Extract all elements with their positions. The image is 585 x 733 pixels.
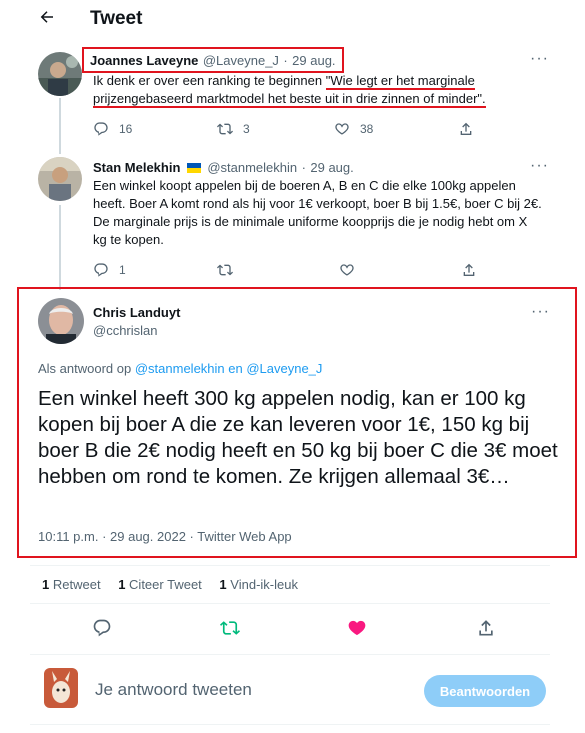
author-name[interactable]: Joannes Laveyne [90,53,198,68]
share-icon [460,122,472,135]
reply-count: 1 [119,263,126,277]
author-name[interactable]: Chris Landuyt [93,305,180,320]
share-button[interactable] [461,262,487,278]
like-count: 38 [360,122,374,136]
like-button[interactable] [347,618,367,643]
ukraine-flag-icon [186,163,201,173]
retweet-icon [217,123,233,135]
retweet-icon [220,621,240,635]
more-icon[interactable]: ··· [531,303,550,321]
heart-filled-icon [348,620,366,636]
divider [30,565,550,566]
retweets-stat[interactable]: 1 Retweet [42,577,101,592]
retweet-button[interactable] [217,262,243,278]
stats-row: 1 Retweet 1 Citeer Tweet 1 Vind-ik-leuk [42,577,298,592]
avatar[interactable] [38,52,82,96]
back-arrow-icon[interactable] [38,8,56,30]
share-button[interactable] [458,121,484,137]
divider [30,603,550,604]
reply-button[interactable]: 16 [93,121,132,137]
quotes-stat[interactable]: 1 Citeer Tweet [118,577,202,592]
author-handle[interactable]: @Laveyne_J [203,53,279,68]
retweet-icon [217,264,233,276]
reply-button[interactable] [92,618,112,643]
tweet-time[interactable]: 29 aug. [292,53,335,68]
tweet-header: Joannes Laveyne @Laveyne_J · 29 aug. [90,52,336,70]
retweet-count: 3 [243,122,250,136]
reply-count: 16 [119,122,133,136]
retweets-label: Retweet [52,577,101,592]
like-button[interactable] [339,262,365,278]
main-tweet-timestamp[interactable]: 10:11 p.m. · 29 aug. 2022 · Twitter Web … [38,529,292,544]
avatar[interactable] [44,668,78,708]
reply-icon [94,263,108,277]
quotes-label: Citeer Tweet [129,577,202,592]
reply-icon [93,619,111,637]
page-title: Tweet [90,8,143,29]
tweet-header: Stan Melekhin @stanmelekhin · 29 aug. [93,159,354,177]
separator: · [283,53,288,68]
like-button[interactable]: 38 [334,121,373,137]
quotes-count: 1 [118,577,126,592]
tweet-time[interactable]: 29 aug. [310,160,353,175]
reply-context-users[interactable]: @stanmelekhin en @Laveyne_J [135,361,323,376]
tweet-text: Een winkel koopt appelen bij de boeren A… [93,178,542,247]
divider [30,724,550,725]
divider [30,654,550,655]
heart-icon [340,264,354,276]
tweet-text: Ik denk er over een ranking te beginnen … [93,72,533,108]
share-icon [479,620,493,636]
author-handle[interactable]: @stanmelekhin [207,160,297,175]
retweet-button[interactable]: 3 [217,121,250,137]
likes-count: 1 [219,577,227,592]
main-tweet-text: Een winkel heeft 300 kg appelen nodig, k… [38,387,558,488]
reply-input[interactable]: Je antwoord tweeten [95,680,252,700]
heart-icon [335,123,349,135]
more-icon[interactable]: ··· [530,157,549,175]
likes-stat[interactable]: 1 Vind-ik-leuk [219,577,298,592]
thread-line [59,205,61,290]
share-icon [463,263,475,276]
retweet-button[interactable] [220,618,240,643]
more-icon[interactable]: ··· [530,50,549,68]
tweet-text-plain: Ik denk er over een ranking te beginnen [93,73,326,88]
share-button[interactable] [476,618,496,643]
retweets-count: 1 [42,577,50,592]
reply-icon [94,122,108,136]
separator: · [301,160,306,175]
reply-context: Als antwoord op @stanmelekhin en @Laveyn… [38,361,322,376]
thread-line [59,98,61,154]
author-name[interactable]: Stan Melekhin [93,160,180,175]
likes-label: Vind-ik-leuk [230,577,298,592]
reply-submit-button[interactable]: Beantwoorden [424,675,546,707]
author-handle[interactable]: @cchrislan [93,323,158,338]
reply-button[interactable]: 1 [93,262,126,278]
avatar[interactable] [38,157,82,201]
reply-context-prefix: Als antwoord op [38,361,132,376]
avatar[interactable] [38,298,84,344]
